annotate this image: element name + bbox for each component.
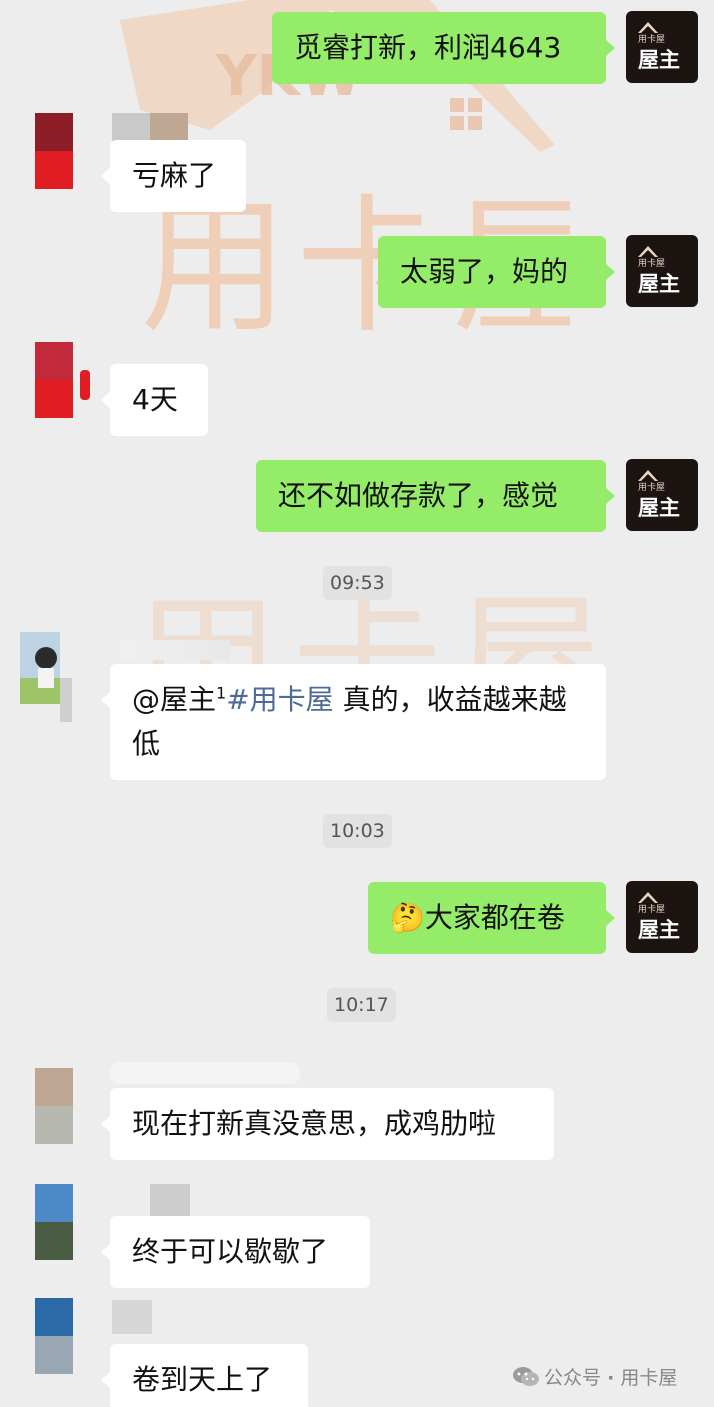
bubble-tail [101,168,110,184]
message-bubble-sent[interactable]: 🤔大家都在卷 [368,882,606,954]
message-text: 现在打新真没意思，成鸡肋啦 [132,1107,497,1140]
contact-avatar[interactable] [35,1184,73,1260]
message-bubble-sent[interactable]: 太弱了，妈的 [378,236,606,308]
bubble-tail [101,1244,110,1260]
contact-avatar[interactable] [35,342,73,418]
bubble-tail [101,692,110,708]
message-text: 觅睿打新，利润4643 [294,31,562,64]
wechat-icon [513,1367,539,1386]
bubble-tail [606,40,615,56]
name-mosaic [120,640,230,660]
contact-avatar[interactable] [35,1068,73,1144]
account-watermark: 公众号 · 用卡屋 [512,1364,677,1392]
name-mosaic [112,113,188,143]
message-text: 大家都在卷 [424,901,565,934]
message-bubble-received[interactable]: 亏麻了 [110,140,246,212]
contact-avatar[interactable] [35,1298,73,1374]
contact-avatar[interactable] [35,113,73,189]
message-text: 终于可以歇歇了 [132,1235,329,1268]
message-bubble-sent[interactable]: 觅睿打新，利润4643 [272,12,606,84]
bubble-tail [606,488,615,504]
timestamp: 10:17 [327,988,396,1022]
my-avatar[interactable]: 用卡屋 屋主 [626,235,698,307]
my-avatar[interactable]: 用卡屋 屋主 [626,11,698,83]
timestamp: 09:53 [323,566,392,600]
message-text: 4天 [132,383,178,416]
name-mosaic [110,1062,300,1084]
bubble-tail [101,1372,110,1388]
my-avatar[interactable]: 用卡屋 屋主 [626,459,698,531]
contact-avatar[interactable] [20,632,72,724]
bubble-tail [606,264,615,280]
name-mosaic [150,1184,190,1218]
message-bubble-received[interactable]: 卷到天上了 [110,1344,308,1407]
mention-user[interactable]: @屋主 [132,683,216,716]
bubble-tail [101,1116,110,1132]
bubble-tail [606,910,615,926]
message-bubble-sent[interactable]: 还不如做存款了，感觉 [256,460,606,532]
portrait-avatar-icon [20,632,72,722]
message-bubble-received[interactable]: @屋主1#用卡屋 真的，收益越来越低 [110,664,606,780]
house-logo-icon [638,246,658,257]
message-text: 太弱了，妈的 [400,255,569,288]
house-logo-icon [638,892,658,903]
thinking-emoji-icon: 🤔 [390,901,425,934]
my-avatar[interactable]: 用卡屋 屋主 [626,881,698,953]
message-text: 还不如做存款了，感觉 [278,479,559,512]
name-mosaic [80,370,90,400]
message-bubble-received[interactable]: 现在打新真没意思，成鸡肋啦 [110,1088,554,1160]
house-logo-icon [638,22,658,33]
message-bubble-received[interactable]: 4天 [110,364,208,436]
chat-area[interactable]: YKW 用卡屋 用卡屋 觅睿打新，利润4643 用卡屋 屋主 亏麻了 太弱了，妈… [0,0,714,1407]
bubble-tail [101,392,110,408]
timestamp: 10:03 [323,814,392,848]
house-logo-icon [638,470,658,481]
message-text: 卷到天上了 [132,1363,273,1396]
name-mosaic [112,1300,152,1334]
message-text: 亏麻了 [132,159,217,192]
message-bubble-received[interactable]: 终于可以歇歇了 [110,1216,370,1288]
mention-tag[interactable]: #用卡屋 [226,683,333,716]
mention-superscript: 1 [216,683,227,703]
